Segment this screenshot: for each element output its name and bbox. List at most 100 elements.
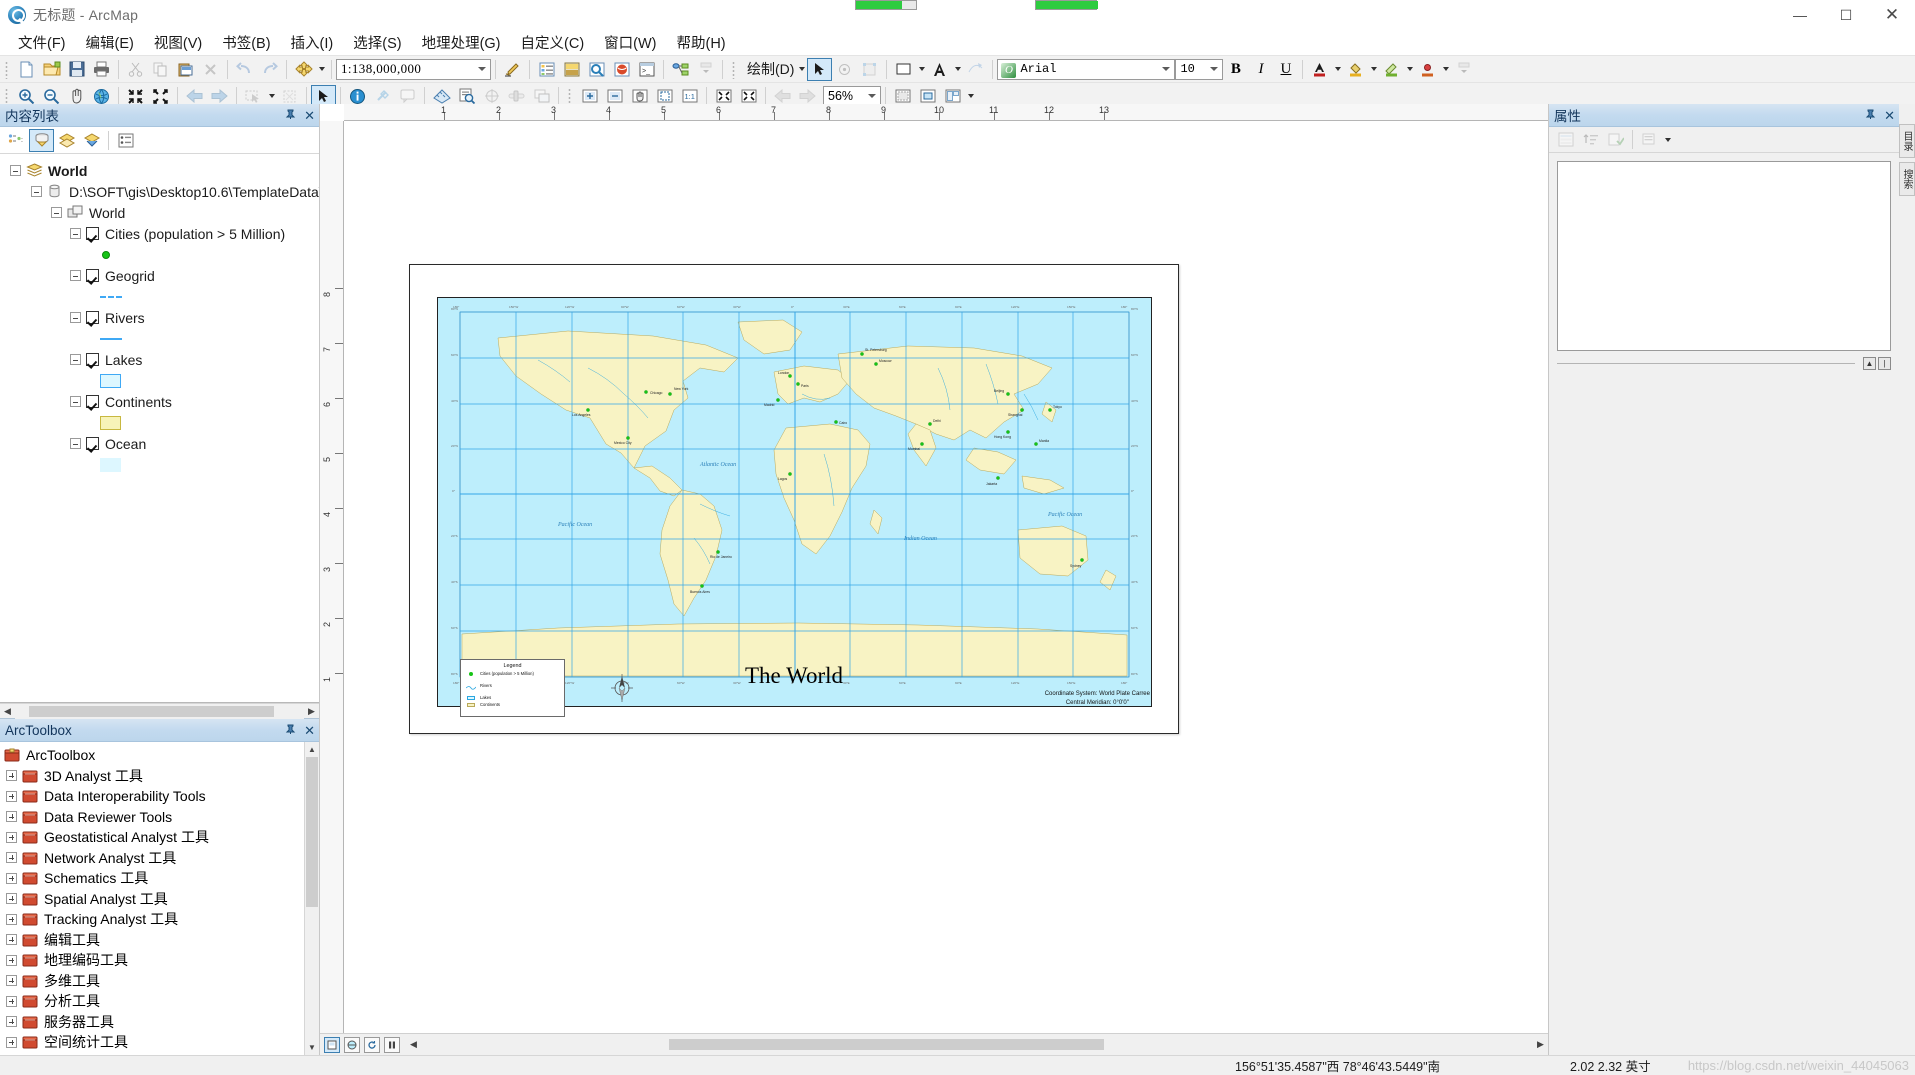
toolbox-item-spatial-statistics[interactable]: 空间统计工具 [0,1032,304,1053]
toc-horizontal-scrollbar[interactable]: ◀ ▶ [0,703,319,719]
toc-checkbox-continents[interactable] [86,395,99,408]
menu-bookmarks[interactable]: 书签(B) [212,29,280,56]
close-button[interactable]: ✕ [1869,0,1915,30]
attributes-pin-icon[interactable] [1865,109,1876,122]
map-data-frame[interactable]: .land { fill:#f8f3c4; stroke:#b9a95a; st… [437,297,1152,707]
scroll-up-icon[interactable]: ▲ [305,742,319,757]
search-icon[interactable] [584,58,609,81]
toc-close-icon[interactable]: ✕ [304,109,315,122]
toc-checkbox-cities[interactable] [86,227,99,240]
cut-icon[interactable] [123,58,148,81]
layout-scroll-left-icon[interactable]: ◀ [406,1037,421,1052]
editor-pencil-icon[interactable] [500,58,525,81]
expander-plus-icon[interactable] [6,934,17,946]
arctoolbox-scroll-thumb[interactable] [306,757,318,907]
text-dropdown-icon[interactable] [952,58,963,81]
scroll-down-icon[interactable]: ▼ [305,1040,319,1055]
menu-file[interactable]: 文件(F) [8,29,76,56]
table-of-contents-icon[interactable] [534,58,559,81]
auto-apply-icon[interactable] [1603,128,1628,151]
layout-page[interactable]: .land { fill:#f8f3c4; stroke:#b9a95a; st… [409,264,1179,734]
toc-node-geogrid[interactable]: Geogrid [4,265,319,286]
toc-scroll-track[interactable] [15,703,304,719]
list-by-source-icon[interactable] [29,128,54,152]
layout-horizontal-scroll-track[interactable] [424,1037,1530,1052]
maximize-button[interactable]: ☐ [1823,0,1869,30]
toolbox-item-spatial-analyst[interactable]: Spatial Analyst 工具 [0,889,304,910]
arctoolbox-scroll-track[interactable] [305,757,319,1040]
rectangle-dropdown-icon[interactable] [916,58,927,81]
print-icon[interactable] [89,58,114,81]
font-size-combo[interactable]: 10 [1175,58,1224,80]
underline-button[interactable]: U [1273,58,1298,81]
expander-minus-icon[interactable] [70,354,81,365]
toc-node-continents[interactable]: Continents [4,391,319,412]
layout-horizontal-scroll-thumb[interactable] [669,1039,1104,1050]
italic-button[interactable]: I [1248,58,1273,81]
horizontal-ruler[interactable]: 1 2 3 4 5 6 7 8 9 10 11 12 13 [344,104,1548,121]
expander-plus-icon[interactable] [6,913,17,925]
vertical-ruler[interactable]: 8 7 6 5 4 3 2 1 [320,121,344,1033]
expander-plus-icon[interactable] [6,811,17,823]
line-color-icon[interactable] [1379,58,1404,81]
line-color-dropdown-icon[interactable] [1404,58,1415,81]
toc-pin-icon[interactable] [285,109,296,122]
bold-button[interactable]: B [1223,58,1248,81]
expander-plus-icon[interactable] [6,770,17,782]
arctoolbox-root-row[interactable]: ArcToolbox [0,745,304,766]
python-window-icon[interactable]: >_ [634,58,659,81]
data-view-icon[interactable] [344,1036,360,1053]
toc-node-database[interactable]: D:\SOFT\gis\Desktop10.6\TemplateData\Te [4,181,319,202]
toc-checkbox-ocean[interactable] [86,437,99,450]
toolbox-item-schematics[interactable]: Schematics 工具 [0,868,304,889]
scroll-left-icon[interactable]: ◀ [0,704,15,719]
attributes-expand-icon[interactable]: ▲ [1863,357,1876,370]
expander-plus-icon[interactable] [6,995,17,1007]
menu-selection[interactable]: 选择(S) [343,29,411,56]
expander-minus-icon[interactable] [31,186,42,197]
expander-plus-icon[interactable] [6,893,17,905]
toolbox-item-network-analyst[interactable]: Network Analyst 工具 [0,848,304,869]
chevron-down-icon[interactable] [1157,60,1174,79]
new-document-icon[interactable] [14,58,39,81]
show-selected-icon[interactable] [1553,128,1578,151]
rotate-icon[interactable] [832,58,857,81]
sort-ascending-icon[interactable] [1578,128,1603,151]
nudge-icon[interactable] [963,58,988,81]
toolbox-item-data-interoperability[interactable]: Data Interoperability Tools [0,786,304,807]
toolbox-item-geostatistical-analyst[interactable]: Geostatistical Analyst 工具 [0,827,304,848]
arctoolbox-pin-icon[interactable] [285,724,296,737]
edit-vertices-icon[interactable] [857,58,882,81]
scroll-right-icon[interactable]: ▶ [304,704,319,719]
toc-node-cities[interactable]: Cities (population > 5 Million) [4,223,319,244]
toc-node-rivers[interactable]: Rivers [4,307,319,328]
attributes-close-icon[interactable]: ✕ [1884,109,1895,122]
toc-node-lakes[interactable]: Lakes [4,349,319,370]
expander-plus-icon[interactable] [6,831,17,843]
expander-minus-icon[interactable] [70,228,81,239]
expander-plus-icon[interactable] [6,954,17,966]
draw-menu-label[interactable]: 绘制(D) [741,59,796,79]
side-tab-catalog[interactable]: 目录 [1899,124,1915,158]
map-scale-combo[interactable]: 1:138,000,000 [336,58,491,80]
expander-minus-icon[interactable] [70,396,81,407]
toolbox-item-multidimension[interactable]: 多维工具 [0,971,304,992]
add-data-icon[interactable] [291,58,316,81]
expander-minus-icon[interactable] [10,165,21,176]
attributes-resize-icon[interactable]: | [1878,357,1891,370]
open-folder-icon[interactable] [39,58,64,81]
fill-color-dropdown-icon[interactable] [1368,58,1379,81]
menu-view[interactable]: 视图(V) [144,29,212,56]
expander-plus-icon[interactable] [6,790,17,802]
expander-minus-icon[interactable] [70,438,81,449]
toolbox-item-tracking-analyst[interactable]: Tracking Analyst 工具 [0,909,304,930]
layout-scroll-right-icon[interactable]: ▶ [1533,1037,1548,1052]
options-menu-dropdown-icon[interactable] [1662,128,1673,151]
arctoolbox-close-icon[interactable]: ✕ [304,724,315,737]
font-color-dropdown-icon[interactable] [1332,58,1343,81]
toc-tree-container[interactable]: World D:\SOFT\gis\Desktop10.6\TemplateDa… [0,154,319,703]
menu-customize[interactable]: 自定义(C) [511,29,595,56]
marker-color-icon[interactable] [1415,58,1440,81]
expander-plus-icon[interactable] [6,1036,17,1048]
expander-minus-icon[interactable] [70,270,81,281]
